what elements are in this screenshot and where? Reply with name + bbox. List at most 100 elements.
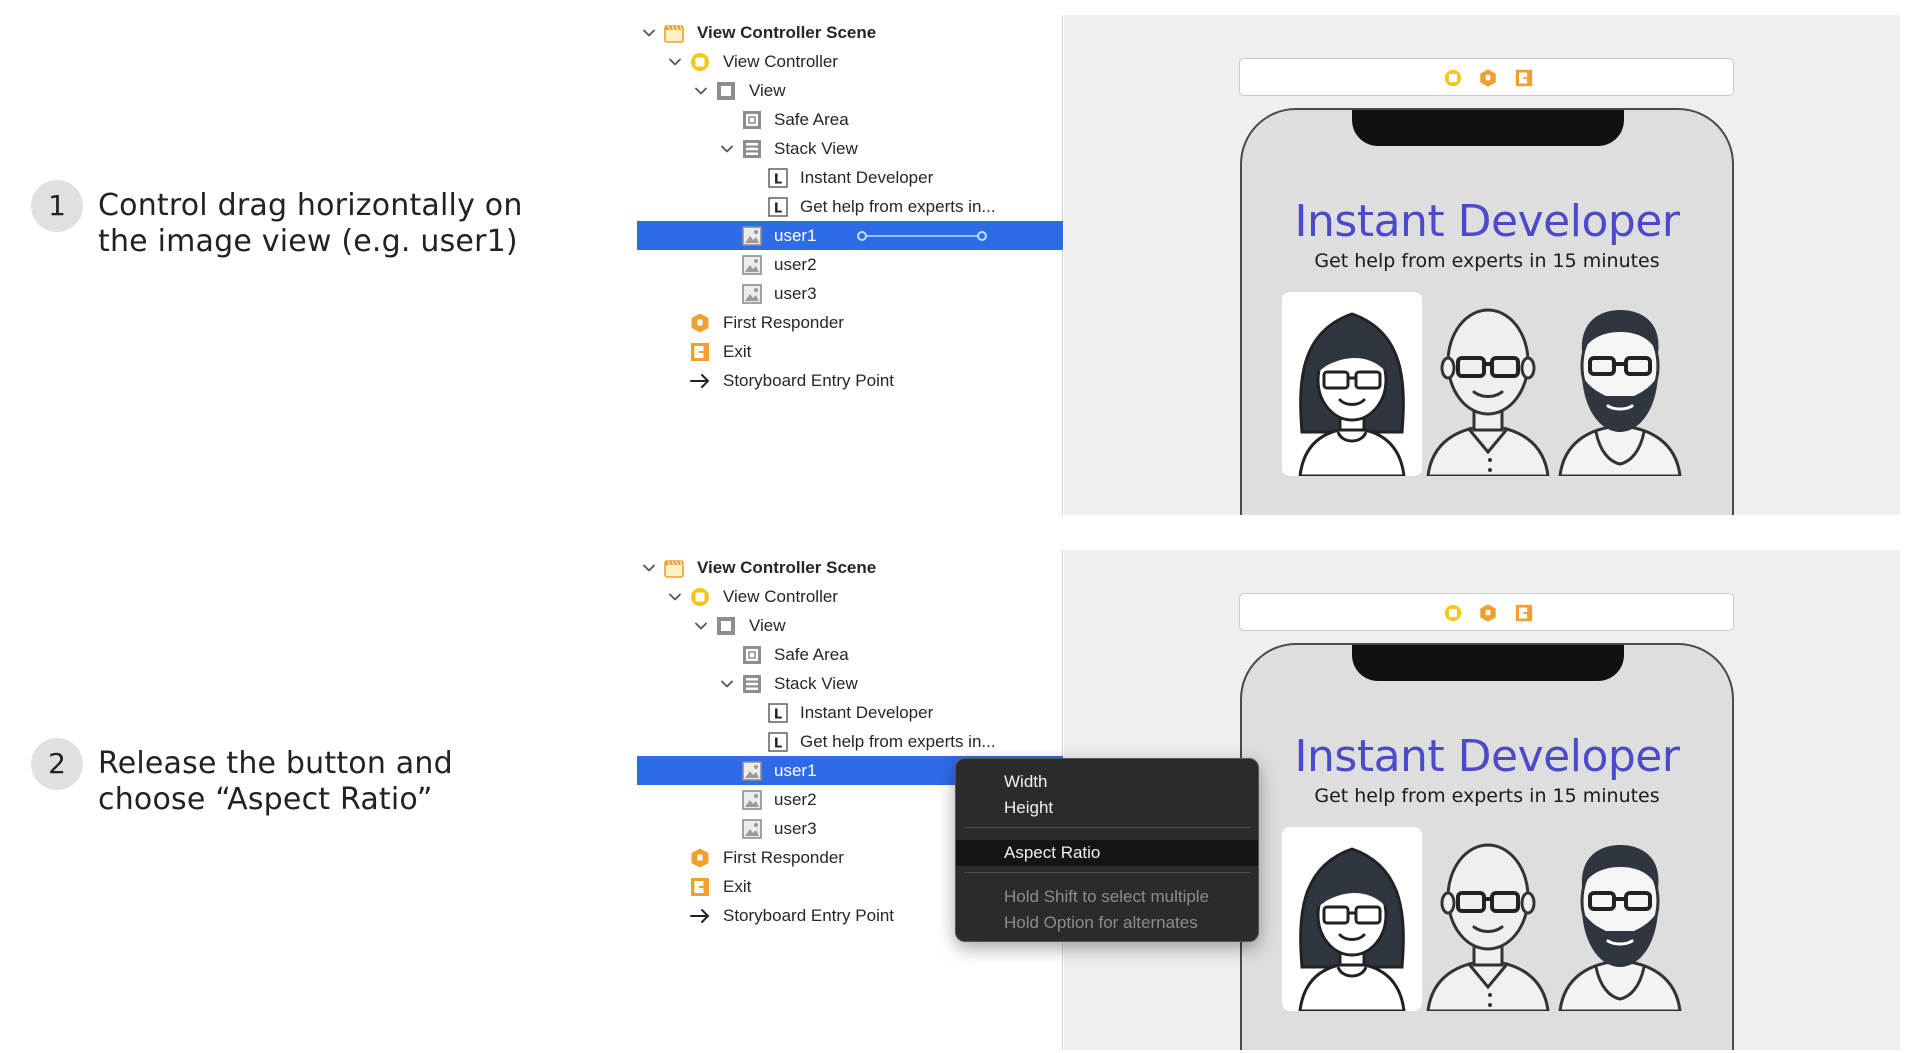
outline-row-view[interactable]: View [637, 611, 1063, 640]
menu-hint-option: Hold Option for alternates [1004, 913, 1198, 932]
outline-row-safe-area[interactable]: Safe Area [637, 640, 1063, 669]
chevron-down-icon[interactable] [693, 611, 709, 640]
step-text-line: choose “Aspect Ratio” [98, 782, 433, 817]
step-1: 1 Control drag horizontally on the image… [0, 180, 620, 280]
first-responder-icon[interactable] [1478, 68, 1498, 88]
bald-man-avatar-icon [1418, 827, 1558, 1011]
chevron-down-icon[interactable] [693, 76, 709, 105]
outline-row-view[interactable]: View [637, 76, 1063, 105]
label-icon [767, 196, 789, 218]
outline-row-first-responder[interactable]: First Responder [637, 308, 1063, 337]
outline-row-entry-point[interactable]: Storyboard Entry Point [637, 366, 1063, 395]
outline-row-stack-view[interactable]: Stack View [637, 134, 1063, 163]
exit-icon[interactable] [1514, 68, 1534, 88]
chevron-down-icon[interactable] [641, 553, 657, 582]
bald-man-avatar-icon [1418, 292, 1558, 476]
app-subtitle-label[interactable]: Get help from experts in 15 minutes [1242, 250, 1732, 272]
outline-row-view-controller[interactable]: View Controller [637, 47, 1063, 76]
arrow-right-icon [689, 905, 711, 927]
first-responder-icon[interactable] [1478, 603, 1498, 623]
scene-icon [663, 557, 685, 579]
image-view-icon [741, 760, 763, 782]
outline-row-scene[interactable]: View Controller Scene [637, 553, 1063, 582]
xcode-panel-step-1: View Controller Scene View Controller Vi… [637, 15, 1900, 515]
outline-row-view-controller[interactable]: View Controller [637, 582, 1063, 611]
view-controller-icon[interactable] [1443, 68, 1463, 88]
user1-image-view[interactable] [1282, 292, 1422, 476]
label-icon [767, 167, 789, 189]
user2-image-view[interactable] [1418, 827, 1558, 1011]
app-subtitle-label[interactable]: Get help from experts in 15 minutes [1242, 785, 1732, 807]
user3-image-view[interactable] [1550, 827, 1690, 1011]
scene-dock [1239, 58, 1734, 96]
drag-end-handle [977, 231, 987, 241]
view-icon [715, 80, 737, 102]
outline-row-safe-area[interactable]: Safe Area [637, 105, 1063, 134]
outline-row-stack-view[interactable]: Stack View [637, 669, 1063, 698]
user2-image-view[interactable] [1418, 292, 1558, 476]
view-controller-icon [689, 586, 711, 608]
chevron-down-icon[interactable] [667, 582, 683, 611]
app-title-label[interactable]: Instant Developer [1242, 196, 1732, 247]
exit-icon [689, 341, 711, 363]
step-text-line: the image view (e.g. user1) [98, 224, 518, 259]
outline-row-label-subtitle[interactable]: Get help from experts in... [637, 727, 1063, 756]
document-outline: View Controller Scene View Controller Vi… [637, 15, 1063, 515]
first-responder-icon [689, 847, 711, 869]
iphone-frame: Instant Developer Get help from experts … [1240, 643, 1734, 1050]
user1-image-view[interactable] [1282, 827, 1422, 1011]
view-controller-icon[interactable] [1443, 603, 1463, 623]
woman-avatar-icon [1282, 292, 1422, 476]
menu-item-width[interactable]: Width [956, 769, 1258, 795]
outline-row-label-title[interactable]: Instant Developer [637, 698, 1063, 727]
image-view-icon [741, 225, 763, 247]
safe-area-icon [741, 109, 763, 131]
outline-row-user3[interactable]: user3 [637, 279, 1063, 308]
arrow-right-icon [689, 370, 711, 392]
user3-image-view[interactable] [1550, 292, 1690, 476]
chevron-down-icon[interactable] [719, 134, 735, 163]
storyboard-canvas[interactable]: Instant Developer Get help from experts … [1064, 15, 1900, 515]
step-instruction: Release the button and choose “Aspect Ra… [98, 746, 618, 818]
stack-view-icon [741, 673, 763, 695]
constraint-context-menu: Width Height Aspect Ratio Hold Shift to … [955, 758, 1259, 942]
view-controller-icon [689, 51, 711, 73]
outline-row-user1[interactable]: user1 [637, 221, 1063, 250]
phone-notch [1352, 645, 1624, 681]
chevron-down-icon[interactable] [719, 669, 735, 698]
outline-row-label-title[interactable]: Instant Developer [637, 163, 1063, 192]
step-text-line: Control drag horizontally on [98, 188, 523, 223]
outline-row-exit[interactable]: Exit [637, 337, 1063, 366]
step-text-line: Release the button and [98, 746, 453, 781]
image-view-icon [741, 789, 763, 811]
scene-dock [1239, 593, 1734, 631]
chevron-down-icon[interactable] [667, 47, 683, 76]
outline-row-scene[interactable]: View Controller Scene [637, 18, 1063, 47]
label-icon [767, 731, 789, 753]
app-title-label[interactable]: Instant Developer [1242, 731, 1732, 782]
label-icon [767, 702, 789, 724]
woman-avatar-icon [1282, 827, 1422, 1011]
menu-item-aspect-ratio[interactable]: Aspect Ratio [956, 840, 1258, 866]
chevron-down-icon[interactable] [641, 18, 657, 47]
image-view-icon [741, 283, 763, 305]
image-view-icon [741, 818, 763, 840]
outline-row-user2[interactable]: user2 [637, 250, 1063, 279]
exit-icon [689, 876, 711, 898]
exit-icon[interactable] [1514, 603, 1534, 623]
step-2: 2 Release the button and choose “Aspect … [0, 738, 620, 838]
outline-row-label-subtitle[interactable]: Get help from experts in... [637, 192, 1063, 221]
menu-item-height[interactable]: Height [956, 795, 1258, 821]
safe-area-icon [741, 644, 763, 666]
image-view-icon [741, 254, 763, 276]
drag-start-handle [857, 231, 867, 241]
menu-hint-shift: Hold Shift to select multiple [1004, 887, 1210, 906]
step-number: 2 [31, 738, 83, 790]
step-number: 1 [31, 180, 83, 232]
bearded-man-avatar-icon [1550, 292, 1690, 476]
bearded-man-avatar-icon [1550, 827, 1690, 1011]
first-responder-icon [689, 312, 711, 334]
menu-separator [964, 872, 1250, 873]
iphone-frame: Instant Developer Get help from experts … [1240, 108, 1734, 515]
xcode-panel-step-2: View Controller Scene View Controller Vi… [637, 550, 1900, 1050]
